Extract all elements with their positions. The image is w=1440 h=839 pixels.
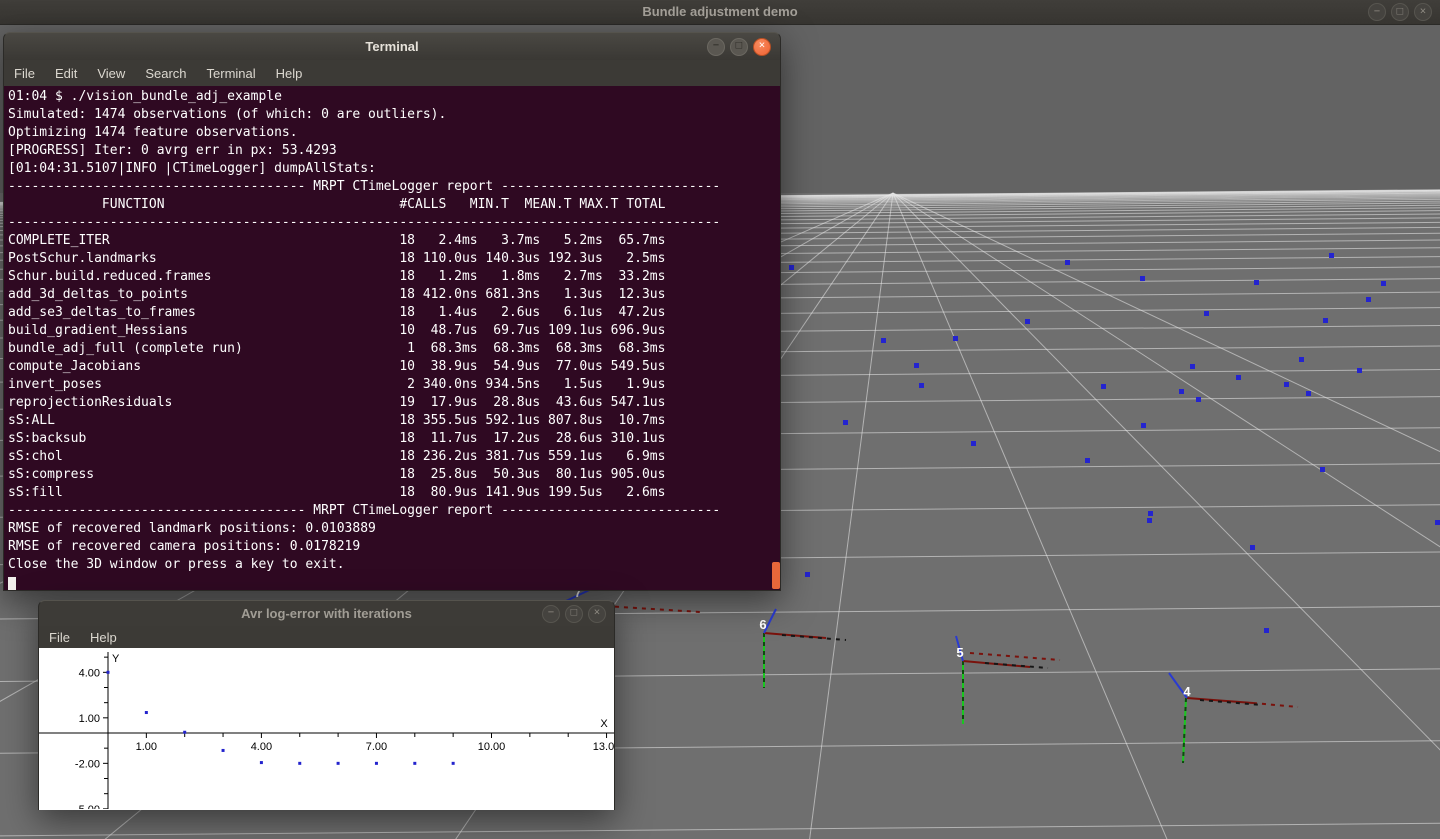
menu-item-edit[interactable]: Edit <box>45 66 87 81</box>
menu-item-view[interactable]: View <box>87 66 135 81</box>
svg-text:-2.00: -2.00 <box>75 758 100 770</box>
terminal-title: Terminal <box>4 33 780 60</box>
menu-item-file[interactable]: File <box>39 630 80 645</box>
menu-item-file[interactable]: File <box>4 66 45 81</box>
menu-item-terminal[interactable]: Terminal <box>197 66 266 81</box>
svg-text:1.00: 1.00 <box>136 741 157 753</box>
terminal-maximize-button[interactable]: □ <box>730 38 748 56</box>
svg-text:4.00: 4.00 <box>79 667 100 679</box>
terminal-window: Terminal − □ × FileEditViewSearchTermina… <box>3 32 781 591</box>
terminal-titlebar[interactable]: Terminal − □ × <box>3 32 781 60</box>
svg-text:10.00: 10.00 <box>478 741 506 753</box>
maximize-button[interactable]: □ <box>1391 3 1409 21</box>
terminal-output-text: 01:04 $ ./vision_bundle_adj_example Simu… <box>4 86 780 574</box>
svg-text:Y: Y <box>112 653 120 665</box>
plot-minimize-button[interactable]: − <box>542 605 560 623</box>
close-button[interactable]: × <box>1414 3 1432 21</box>
plot-maximize-button[interactable]: □ <box>565 605 583 623</box>
scatter-chart: Y X 1.00 4.00 7.00 10.00 13.00 4.00 1.00 -2.00 -5.… <box>39 648 614 809</box>
plot-canvas[interactable]: Y X 1.00 4.00 7.00 10.00 13.00 4.00 1.00 -2.00 -5.… <box>38 648 615 810</box>
menu-item-search[interactable]: Search <box>135 66 196 81</box>
plot-close-button[interactable]: × <box>588 605 606 623</box>
svg-text:4: 4 <box>1183 684 1191 699</box>
svg-text:13.00: 13.00 <box>593 741 614 753</box>
svg-text:-5.00: -5.00 <box>75 804 100 809</box>
terminal-cursor <box>8 577 16 591</box>
svg-text:7.00: 7.00 <box>366 741 387 753</box>
svg-text:6: 6 <box>759 617 766 632</box>
minimize-button[interactable]: − <box>1368 3 1386 21</box>
svg-text:X: X <box>600 718 608 730</box>
svg-text:5: 5 <box>956 645 963 660</box>
plot-title: Avr log-error with iterations <box>39 601 614 626</box>
menu-item-help[interactable]: Help <box>266 66 313 81</box>
terminal-minimize-button[interactable]: − <box>707 38 725 56</box>
camera-frame-6: 6 <box>759 609 846 688</box>
desktop: 7654 Bundle adjustment demo − □ × Termin… <box>0 0 1440 839</box>
terminal-menubar: FileEditViewSearchTerminalHelp <box>3 60 781 86</box>
menu-item-help[interactable]: Help <box>80 630 127 645</box>
plot-titlebar[interactable]: Avr log-error with iterations − □ × <box>38 600 615 626</box>
plot-window: Avr log-error with iterations − □ × File… <box>38 600 615 810</box>
svg-text:4.00: 4.00 <box>251 741 272 753</box>
camera-frame-5: 5 <box>956 636 1060 724</box>
plot-menubar: FileHelp <box>38 626 615 648</box>
terminal-output-area[interactable]: 01:04 $ ./vision_bundle_adj_example Simu… <box>3 86 781 591</box>
terminal-scrollbar-thumb[interactable] <box>772 562 780 589</box>
camera-frame-4: 4 <box>1169 673 1298 763</box>
main-window-title: Bundle adjustment demo <box>0 0 1440 24</box>
main-window-titlebar[interactable]: Bundle adjustment demo − □ × <box>0 0 1440 25</box>
svg-text:1.00: 1.00 <box>79 713 100 725</box>
terminal-close-button[interactable]: × <box>753 38 771 56</box>
